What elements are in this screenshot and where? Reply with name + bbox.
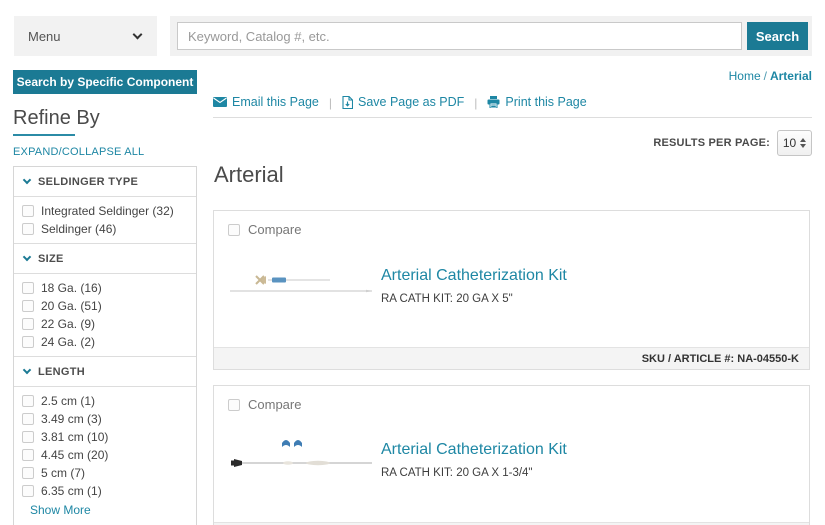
pdf-document-icon [342, 95, 353, 109]
filter-title: SIZE [38, 252, 64, 265]
filter-option[interactable]: 3.49 cm (3) [22, 410, 186, 428]
checkbox[interactable] [22, 223, 34, 235]
save-pdf-label: Save Page as PDF [357, 95, 465, 109]
product-subtitle: RA CATH KIT: 20 GA X 5" [381, 293, 513, 305]
filter-option-label: 3.49 cm (3) [41, 412, 102, 426]
filter-title: SELDINGER TYPE [38, 175, 139, 188]
checkbox[interactable] [22, 282, 34, 294]
checkbox[interactable] [22, 300, 34, 312]
filter-header-length[interactable]: LENGTH [14, 357, 196, 387]
search-input[interactable] [177, 22, 742, 50]
show-more-link[interactable]: Show More [30, 503, 186, 517]
filter-option-label: Integrated Seldinger (32) [41, 204, 174, 218]
breadcrumb-home-link[interactable]: Home [729, 69, 761, 83]
filter-option[interactable]: 5 cm (7) [22, 464, 186, 482]
filter-option-label: 20 Ga. (51) [41, 299, 102, 313]
chevron-down-icon [22, 252, 32, 262]
action-divider: | [328, 96, 332, 110]
save-pdf-link[interactable]: Save Page as PDF [342, 95, 464, 109]
filter-option[interactable]: Seldinger (46) [22, 220, 186, 238]
action-divider: | [474, 96, 478, 110]
breadcrumb-separator: / [763, 69, 767, 83]
search-bar: Search [170, 16, 812, 56]
filter-option-label: 18 Ga. (16) [41, 281, 102, 295]
results-per-page-label: RESULTS PER PAGE: [653, 137, 770, 149]
product-image [226, 426, 376, 491]
search-by-component-button[interactable]: Search by Specific Component [13, 70, 197, 94]
print-page-link[interactable]: Print this Page [487, 95, 587, 109]
refine-by-title: Refine By [13, 107, 100, 129]
compare-label: Compare [248, 397, 302, 412]
filter-option[interactable]: 20 Ga. (51) [22, 297, 186, 315]
email-page-label: Email this Page [232, 95, 319, 109]
compare-checkbox[interactable] [228, 223, 240, 236]
chevron-down-icon [22, 365, 32, 375]
checkbox[interactable] [22, 318, 34, 330]
filter-option-label: 5 cm (7) [41, 466, 86, 480]
product-image [226, 251, 376, 316]
compare-toggle[interactable]: Compare [228, 397, 301, 412]
checkbox[interactable] [22, 485, 34, 497]
sku-bar: SKU / ARTICLE #: NA-04550-K [214, 347, 809, 369]
filter-options-length: 2.5 cm (1) 3.49 cm (3) 3.81 cm (10) 4.45… [14, 387, 196, 522]
filter-header-seldinger-type[interactable]: SELDINGER TYPE [14, 167, 196, 197]
filter-option[interactable]: 22 Ga. (9) [22, 315, 186, 333]
filter-option[interactable]: 6.35 cm (1) [22, 482, 186, 500]
filter-option-label: 4.45 cm (20) [41, 448, 109, 462]
sku-text: SKU / ARTICLE #: NA-04550-K [641, 352, 799, 365]
envelope-icon [213, 97, 227, 107]
filter-header-size[interactable]: SIZE [14, 244, 196, 274]
checkbox[interactable] [22, 467, 34, 479]
checkbox[interactable] [22, 431, 34, 443]
stepper-arrows-icon [800, 138, 807, 148]
results-per-page: RESULTS PER PAGE: 10 [653, 130, 812, 156]
printer-icon [487, 96, 500, 108]
filter-option[interactable]: 24 Ga. (2) [22, 333, 186, 351]
product-title-link[interactable]: Arterial Catheterization Kit [381, 441, 567, 459]
product-card: Compare Arterial Catheterization Kit RA … [213, 210, 810, 370]
checkbox[interactable] [22, 449, 34, 461]
compare-checkbox[interactable] [228, 398, 240, 411]
search-button[interactable]: Search [747, 22, 808, 50]
filter-option[interactable]: 3.81 cm (10) [22, 428, 186, 446]
results-per-page-select[interactable]: 10 [777, 130, 812, 156]
results-per-page-value: 10 [782, 136, 797, 150]
filter-option[interactable]: Integrated Seldinger (32) [22, 202, 186, 220]
filter-option-label: 3.81 cm (10) [41, 430, 109, 444]
refine-by-underline [13, 134, 75, 136]
email-page-link[interactable]: Email this Page [213, 95, 319, 109]
filter-options-size: 18 Ga. (16) 20 Ga. (51) 22 Ga. (9) 24 Ga… [14, 274, 196, 357]
menu-dropdown[interactable]: Menu [14, 16, 157, 56]
chevron-down-icon [22, 175, 32, 185]
page-actions-bar: Email this Page | Save Page as PDF | Pri… [213, 95, 812, 118]
checkbox[interactable] [22, 395, 34, 407]
print-page-label: Print this Page [505, 95, 587, 109]
expand-collapse-all-link[interactable]: EXPAND/COLLAPSE ALL [13, 146, 144, 158]
filter-option-label: 22 Ga. (9) [41, 317, 96, 331]
catalog-page: Menu Search Home/Arterial Search by Spec… [0, 0, 825, 525]
menu-label: Menu [28, 28, 61, 44]
filter-option-label: 2.5 cm (1) [41, 394, 96, 408]
filter-option-label: Seldinger (46) [41, 222, 117, 236]
product-subtitle: RA CATH KIT: 20 GA X 1-3/4" [381, 467, 533, 479]
page-title: Arterial [214, 162, 284, 187]
filter-option[interactable]: 4.45 cm (20) [22, 446, 186, 464]
filter-option[interactable]: 18 Ga. (16) [22, 279, 186, 297]
chevron-down-icon [132, 29, 143, 39]
filter-options-seldinger-type: Integrated Seldinger (32) Seldinger (46) [14, 197, 196, 244]
compare-toggle[interactable]: Compare [228, 222, 301, 237]
breadcrumb-current[interactable]: Arterial [770, 69, 812, 83]
breadcrumb: Home / Arterial [729, 69, 812, 83]
filter-option-label: 6.35 cm (1) [41, 484, 102, 498]
compare-label: Compare [248, 222, 302, 237]
checkbox[interactable] [22, 336, 34, 348]
checkbox[interactable] [22, 205, 34, 217]
product-title-link[interactable]: Arterial Catheterization Kit [381, 267, 567, 285]
filter-panel: SELDINGER TYPE Integrated Seldinger (32)… [13, 166, 197, 525]
filter-title: LENGTH [38, 365, 86, 378]
product-card: Compare Arterial Catheterization Kit RA … [213, 385, 810, 525]
checkbox[interactable] [22, 413, 34, 425]
filter-option[interactable]: 2.5 cm (1) [22, 392, 186, 410]
filter-option-label: 24 Ga. (2) [41, 335, 96, 349]
